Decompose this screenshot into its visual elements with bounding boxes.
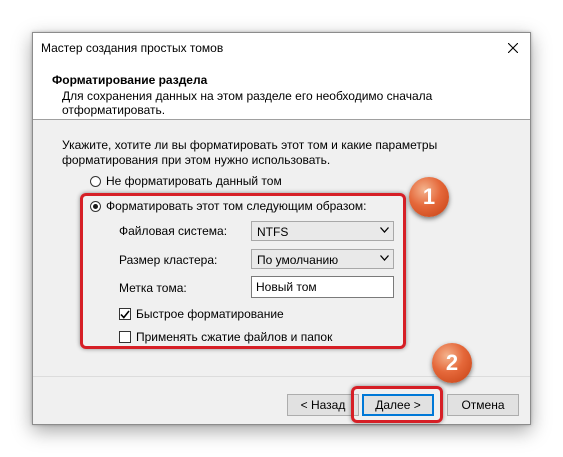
highlight-format-options: [80, 193, 406, 349]
page-title: Форматирование раздела: [52, 73, 208, 87]
window-title: Мастер создания простых томов: [41, 41, 224, 55]
title-bar: Мастер создания простых томов: [33, 33, 530, 63]
wizard-header: Форматирование раздела Для сохранения да…: [33, 63, 530, 120]
step-badge-1: 1: [409, 177, 449, 217]
back-button[interactable]: < Назад: [287, 394, 359, 416]
intro-text: Укажите, хотите ли вы форматировать этот…: [62, 138, 438, 167]
step-badge-2: 2: [432, 343, 472, 383]
cancel-button[interactable]: Отмена: [447, 394, 519, 416]
highlight-next-button: [351, 386, 443, 423]
page-subtitle: Для сохранения данных на этом разделе ег…: [62, 89, 433, 117]
radio-no-format-indicator[interactable]: [90, 175, 101, 187]
wizard-dialog: Мастер создания простых томов Форматиров…: [32, 32, 531, 425]
close-button[interactable]: [496, 33, 530, 63]
radio-no-format[interactable]: Не форматировать данный том: [90, 174, 282, 188]
radio-no-format-label: Не форматировать данный том: [106, 174, 282, 188]
close-icon: [508, 43, 518, 53]
